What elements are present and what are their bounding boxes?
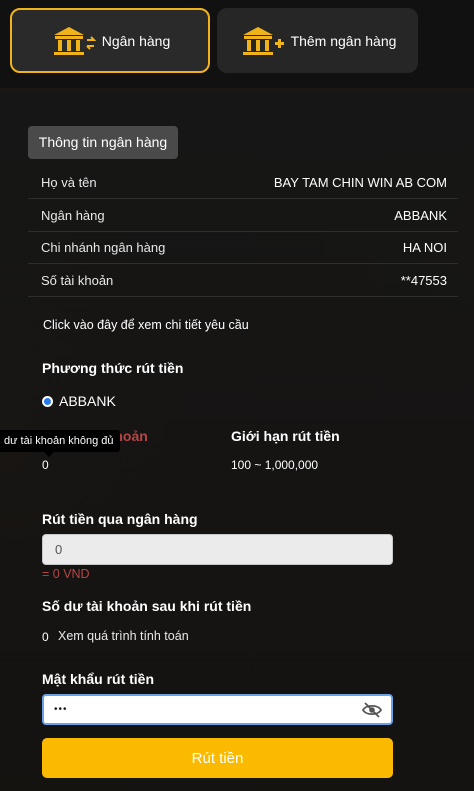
password-input[interactable]: •••: [42, 694, 393, 725]
info-row-bank: Ngân hàng ABBANK: [28, 200, 458, 232]
withdraw-button[interactable]: Rút tiền: [42, 738, 393, 778]
password-value: •••: [54, 704, 68, 715]
after-balance-label: Số dư tài khoản sau khi rút tiền: [42, 598, 252, 614]
tab-add-bank[interactable]: Thêm ngân hàng: [217, 8, 418, 73]
tab-add-bank-label: Thêm ngân hàng: [290, 32, 397, 49]
info-label: Số tài khoản: [41, 273, 114, 288]
balance-value: 0: [42, 458, 49, 472]
info-row-name: Họ và tên BAY TAM CHIN WIN AB COM: [28, 167, 458, 199]
bank-transfer-icon: [53, 26, 96, 55]
eye-off-icon[interactable]: [361, 701, 383, 719]
tab-bank-label: Ngân hàng: [101, 32, 171, 49]
after-balance-value: 0: [42, 630, 49, 644]
info-row-account: Số tài khoản **47553: [28, 265, 458, 297]
withdraw-method-option-label: ABBANK: [59, 393, 116, 409]
withdraw-method-title: Phương thức rút tiền: [42, 360, 184, 376]
bank-info-header: Thông tin ngân hàng: [28, 126, 178, 159]
calculation-link[interactable]: Xem quá trình tính toán: [58, 629, 189, 643]
info-label: Ngân hàng: [41, 208, 105, 223]
info-label: Họ và tên: [41, 175, 97, 190]
info-label: Chi nhánh ngân hàng: [41, 240, 166, 255]
info-value: ABBANK: [394, 208, 447, 223]
limit-value: 100 ~ 1,000,000: [231, 458, 319, 472]
radio-selected-icon[interactable]: [42, 395, 53, 407]
amount-input[interactable]: 0: [42, 534, 393, 565]
info-value: BAY TAM CHIN WIN AB COM: [273, 175, 447, 190]
info-value: HA NOI: [402, 240, 447, 255]
limit-label: Giới hạn rút tiền: [231, 428, 340, 444]
amount-converted: = 0 VND: [42, 567, 90, 581]
amount-label: Rút tiền qua ngân hàng: [42, 511, 198, 527]
bank-add-icon: [242, 26, 284, 55]
password-label: Mật khẩu rút tiền: [42, 671, 155, 687]
withdraw-method-option[interactable]: ABBANK: [42, 393, 116, 409]
info-value: **47553: [400, 273, 447, 288]
info-row-branch: Chi nhánh ngân hàng HA NOI: [28, 232, 458, 264]
request-details-link[interactable]: Click vào đây để xem chi tiết yêu cầu: [43, 318, 249, 332]
balance-tooltip: dư tài khoản không đủ: [0, 430, 120, 457]
tab-bank[interactable]: Ngân hàng: [10, 8, 210, 73]
